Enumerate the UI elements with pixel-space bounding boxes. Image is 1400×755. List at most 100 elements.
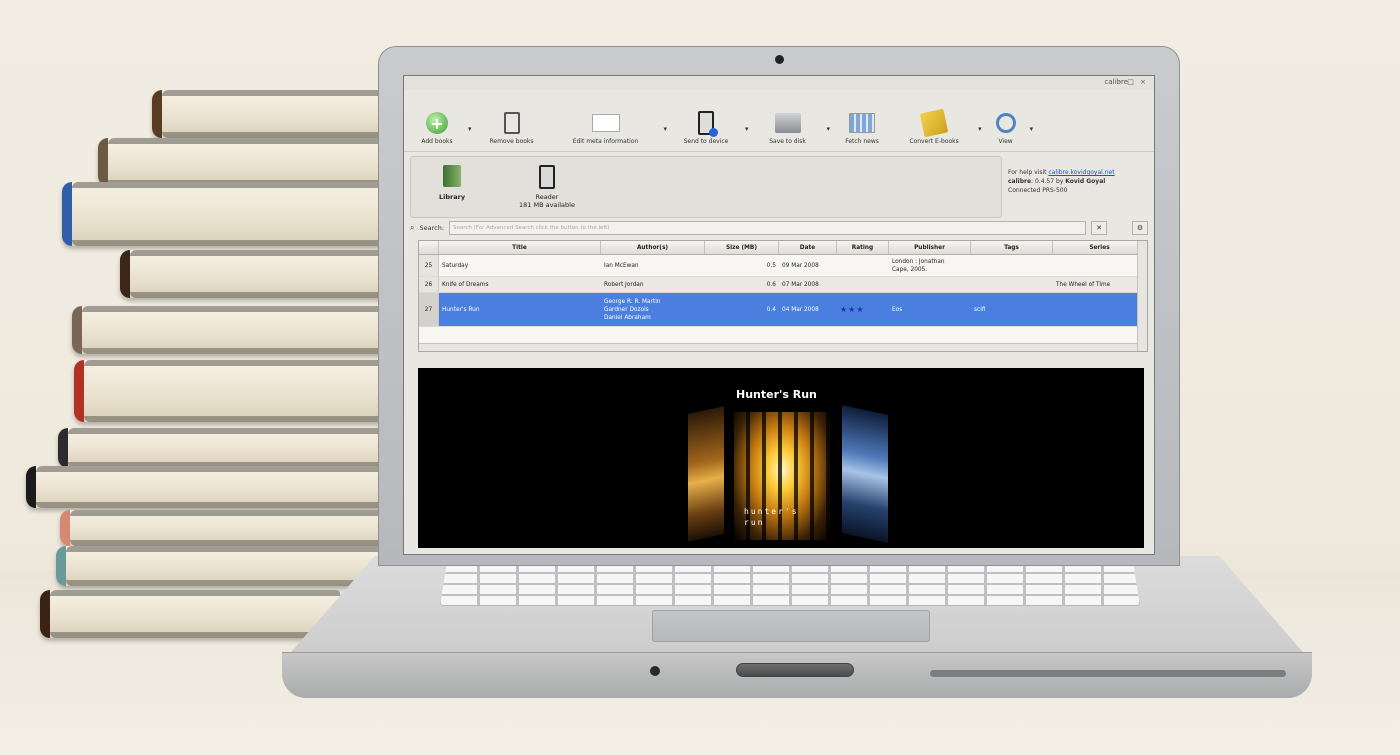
chevron-down-icon[interactable]: ▾: [468, 125, 472, 133]
publisher-line: London : Jonathan: [892, 258, 945, 265]
cell-author: Robert Jordan: [604, 281, 644, 288]
reader-icon: [538, 165, 555, 189]
table-row-selected[interactable]: 27 Hunter's Run George R. R. Martin Gard…: [419, 293, 1147, 327]
book: [98, 138, 388, 186]
lid-latch: [736, 663, 854, 677]
cell-size: 0.5: [766, 262, 776, 269]
column-header-series[interactable]: Series: [1053, 241, 1147, 254]
convert-icon: [919, 108, 949, 138]
book: [152, 90, 392, 138]
table-row[interactable]: 26 Knife of Dreams Robert Jordan 0.6 07 …: [419, 277, 1147, 293]
cell-title: Saturday: [442, 262, 469, 269]
location-library[interactable]: Library: [439, 165, 465, 201]
save-to-disk-label: Save to disk: [769, 138, 806, 145]
book: [74, 360, 392, 422]
book: [60, 510, 390, 546]
cover-title: Hunter's Run: [736, 388, 817, 401]
cell-title: Knife of Dreams: [442, 281, 489, 288]
advanced-search-icon[interactable]: ⌕: [410, 223, 414, 233]
book: [72, 306, 392, 354]
cell-tags: [971, 255, 1053, 276]
screen: calibre - □ × + Add books ▾ Remove books…: [403, 75, 1155, 555]
table-header: Title Author(s) Size (MB) Date Rating Pu…: [419, 241, 1147, 255]
view-button[interactable]: View: [986, 108, 1026, 145]
main-toolbar: + Add books ▾ Remove books Edit meta inf…: [404, 90, 1154, 152]
column-header-rating[interactable]: Rating: [837, 241, 889, 254]
cell-tags: [971, 277, 1053, 292]
publisher-line: Cape, 2005.: [892, 266, 928, 273]
column-header-size[interactable]: Size (MB): [705, 241, 779, 254]
save-to-disk-button[interactable]: Save to disk: [753, 108, 823, 145]
location-reader[interactable]: Reader 181 MB available: [519, 165, 575, 209]
convert-ebooks-label: Convert E-books: [909, 138, 959, 145]
config-button[interactable]: ⚙: [1132, 221, 1148, 235]
convert-ebooks-button[interactable]: Convert E-books: [894, 108, 974, 145]
version-name: calibre: [1008, 178, 1032, 185]
search-label: Search:: [419, 224, 445, 232]
camera-icon: [775, 55, 784, 64]
help-link[interactable]: calibre.kovidgoyal.net: [1048, 169, 1114, 176]
cell-size: 0.6: [766, 281, 776, 288]
location-view: Library Reader 181 MB available: [410, 156, 1002, 218]
info-panel: For help visit calibre.kovidgoyal.net ca…: [1002, 152, 1152, 218]
remove-books-button[interactable]: Remove books: [476, 108, 548, 145]
table-vertical-scrollbar[interactable]: [1137, 241, 1147, 351]
library-label: Library: [439, 193, 466, 201]
table-horizontal-scrollbar[interactable]: [419, 343, 1137, 351]
caption-line: run: [744, 518, 765, 527]
column-header-title[interactable]: Title: [439, 241, 601, 254]
device-icon: [698, 111, 719, 137]
laptop-trackpad: [652, 610, 930, 642]
fetch-news-label: Fetch news: [845, 138, 879, 145]
edit-meta-button[interactable]: Edit meta information: [552, 108, 660, 145]
chevron-down-icon[interactable]: ▾: [978, 125, 982, 133]
clear-search-button[interactable]: ✕: [1091, 221, 1107, 235]
author-name: Kovid Goyal: [1065, 178, 1106, 185]
add-books-button[interactable]: + Add books: [410, 108, 464, 145]
laptop-lid: calibre - □ × + Add books ▾ Remove books…: [378, 46, 1180, 566]
cell-publisher: Eos: [892, 306, 903, 313]
version-text: : 0.4.57 by: [1031, 178, 1066, 185]
column-header-publisher[interactable]: Publisher: [889, 241, 971, 254]
book: [26, 466, 386, 508]
send-to-device-button[interactable]: Send to device: [671, 108, 741, 145]
sleep-led: [650, 666, 660, 676]
chevron-down-icon[interactable]: ▾: [664, 125, 668, 133]
chevron-down-icon[interactable]: ▾: [745, 125, 749, 133]
chevron-down-icon[interactable]: ▾: [827, 125, 831, 133]
search-bar: ⌕ Search: Search (For Advanced Search cl…: [404, 218, 1154, 238]
cell-date: 04 Mar 2008: [782, 306, 819, 313]
view-label: View: [998, 138, 1013, 145]
cell-author: Ian McEwan: [604, 262, 639, 269]
column-header-authors[interactable]: Author(s): [601, 241, 705, 254]
window-controls[interactable]: - □ ×: [1119, 78, 1148, 86]
column-header[interactable]: [419, 241, 439, 254]
author-line: Daniel Abraham: [604, 314, 651, 321]
book: [62, 182, 392, 246]
row-number: 26: [419, 277, 439, 292]
cell-date: 07 Mar 2008: [782, 281, 819, 288]
column-header-date[interactable]: Date: [779, 241, 837, 254]
search-input[interactable]: Search (For Advanced Search click the bu…: [449, 221, 1086, 235]
cell-date: 09 Mar 2008: [782, 262, 819, 269]
author-line: Gardner Dozois: [604, 306, 649, 313]
book: [40, 590, 340, 638]
remove-books-label: Remove books: [489, 138, 534, 145]
book: [56, 546, 386, 586]
book: [58, 428, 388, 468]
cell-series: [1053, 255, 1147, 276]
help-text: For help visit: [1008, 169, 1049, 176]
fetch-news-button[interactable]: Fetch news: [834, 108, 890, 145]
chevron-down-icon[interactable]: ▾: [1030, 125, 1034, 133]
cell-tags: scifi: [974, 306, 986, 313]
row-number: 25: [419, 255, 439, 276]
column-header-tags[interactable]: Tags: [971, 241, 1053, 254]
cell-rating: [837, 277, 889, 292]
book-cover-left[interactable]: [688, 406, 724, 542]
cell-publisher: [889, 277, 971, 292]
table-row[interactable]: 25 Saturday Ian McEwan 0.5 09 Mar 2008 L…: [419, 255, 1147, 277]
book-cover-right[interactable]: [842, 405, 888, 543]
cover-browser[interactable]: Hunter's Run hunter's run: [418, 368, 1144, 548]
cell-title: Hunter's Run: [442, 306, 480, 313]
location-area: Library Reader 181 MB available For help…: [404, 152, 1154, 218]
